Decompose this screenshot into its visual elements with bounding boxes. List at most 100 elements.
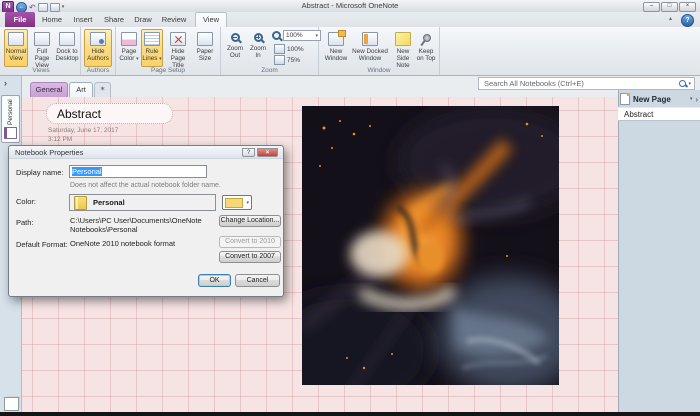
page-list-panel — [618, 90, 700, 412]
zoom-75-button[interactable]: 75% — [274, 55, 300, 65]
zoom-100-button[interactable]: 100% — [274, 44, 304, 54]
new-page-icon — [620, 93, 630, 105]
tab-share[interactable]: Share — [100, 12, 128, 27]
hide-page-title-button[interactable]: Hide Page Title — [164, 29, 192, 69]
page-color-button[interactable]: Page Color ▾ — [118, 29, 140, 67]
page-title-box[interactable]: Abstract — [46, 103, 173, 124]
group-label-zoom: Zoom — [261, 67, 278, 74]
tab-file[interactable]: File — [5, 12, 35, 27]
abstract-artwork[interactable] — [262, 106, 587, 411]
new-side-note-button[interactable]: New Side Note — [390, 29, 416, 69]
group-label-window: Window — [367, 67, 391, 74]
full-page-view-button[interactable]: Full Page View — [29, 29, 55, 69]
notebook-color-preview: Personal — [69, 194, 216, 211]
hide-page-title-icon — [170, 32, 186, 46]
back-icon[interactable]: ← — [16, 1, 27, 13]
collapse-panel-icon[interactable]: › — [695, 95, 698, 104]
new-page-header[interactable]: New Page ▾ › — [620, 92, 698, 106]
color-label: Color: — [16, 197, 37, 206]
tab-review[interactable]: Review — [158, 12, 190, 27]
new-docked-window-button[interactable]: New Docked Window — [351, 29, 389, 67]
zoom-in-button[interactable]: Zoom In — [247, 29, 269, 67]
new-page-dropdown-icon[interactable]: ▾ — [690, 96, 693, 102]
rule-lines-dropdown-icon: ▾ — [159, 56, 162, 62]
path-label: Path: — [16, 218, 34, 227]
tab-draw[interactable]: Draw — [130, 12, 156, 27]
expand-nav-icon[interactable]: › — [4, 78, 7, 88]
tab-home[interactable]: Home — [38, 12, 66, 27]
tab-insert[interactable]: Insert — [68, 12, 98, 27]
full-page-shortcut-icon[interactable] — [49, 2, 60, 12]
maximize-button[interactable]: □ — [661, 2, 678, 12]
zoom-combo-dropdown-icon: ▾ — [315, 32, 318, 39]
new-side-note-icon — [395, 32, 411, 46]
window-title: Abstract - Microsoft OneNote — [301, 1, 399, 10]
paper-size-button[interactable]: Paper Size — [193, 29, 217, 67]
display-name-input[interactable]: Personal — [69, 165, 207, 178]
dock-shortcut-icon[interactable] — [37, 2, 48, 12]
new-section-icon: ✶ — [99, 86, 106, 93]
rule-lines-button[interactable]: Rule Lines ▾ — [141, 29, 163, 67]
zoom-combo[interactable]: 100% ▾ — [272, 30, 321, 41]
normal-view-button[interactable]: Normal View — [4, 29, 28, 67]
search-dropdown-icon[interactable]: ▾ — [688, 81, 691, 87]
zoom-75-icon — [274, 55, 285, 65]
undo-icon[interactable]: ↶ — [29, 3, 36, 12]
page-date: Saturday, June 17, 2017 — [48, 127, 119, 134]
keep-on-top-button[interactable]: Keep on Top — [415, 29, 437, 67]
group-label-page-setup: Page Setup — [151, 67, 185, 74]
page-time: 3:12 PM — [48, 136, 73, 143]
cancel-button[interactable]: Cancel — [235, 274, 280, 287]
new-section-tab[interactable]: ✶ — [94, 82, 111, 97]
group-label-authors: Authors — [86, 67, 110, 74]
ok-button[interactable]: OK — [198, 274, 231, 287]
zoom-combo-magnifier-icon — [272, 31, 281, 40]
section-tab-general[interactable]: General — [30, 82, 68, 97]
section-tab-art[interactable]: Art — [69, 82, 93, 97]
convert-to-2007-button[interactable]: Convert to 2007 — [219, 251, 281, 263]
group-label-views: Views — [32, 67, 50, 74]
dialog-help-icon[interactable]: ? — [242, 148, 255, 157]
group-views: Normal View Full Page View Dock to Deskt… — [2, 27, 81, 75]
search-box[interactable]: ▾ — [478, 77, 695, 90]
group-page-setup: Page Color ▾ Rule Lines ▾ Hide Page Titl… — [116, 27, 221, 75]
bottom-edge — [0, 412, 700, 416]
hide-authors-button[interactable]: Hide Authors — [84, 29, 112, 67]
convert-to-2010-button: Convert to 2010 — [219, 236, 281, 248]
rule-lines-icon — [144, 32, 160, 46]
page-list-item[interactable]: Abstract — [618, 107, 700, 121]
paper-size-icon — [197, 32, 213, 46]
zoom-out-button[interactable]: Zoom Out — [224, 29, 246, 67]
new-window-button[interactable]: New Window — [322, 29, 350, 67]
default-format-label: Default Format: — [16, 240, 68, 249]
path-value-line1: C:\Users\PC User\Documents\OneNote — [70, 216, 202, 225]
help-icon[interactable]: ? — [681, 14, 694, 27]
collapse-ribbon-icon[interactable]: ▴ — [669, 15, 672, 22]
unfiled-notes-icon[interactable] — [4, 397, 19, 411]
page-color-icon — [121, 32, 137, 46]
group-zoom: Zoom Out Zoom In 100% ▾ 100% 75% Zoom — [221, 27, 321, 75]
notebook-tab-label: Personal — [7, 99, 14, 125]
change-location-button[interactable]: Change Location... — [219, 215, 281, 227]
search-input[interactable] — [482, 78, 680, 89]
color-dropdown[interactable]: ▾ — [222, 195, 252, 210]
minimize-button[interactable]: – — [643, 2, 660, 12]
keep-on-top-icon — [418, 32, 434, 46]
notebook-tab-personal[interactable]: Personal — [1, 95, 20, 143]
group-window: New Window New Docked Window New Side No… — [319, 27, 440, 75]
notebook-color-icon — [74, 195, 87, 210]
hide-authors-icon — [90, 32, 106, 46]
close-button[interactable]: × — [679, 2, 696, 12]
normal-view-icon — [8, 32, 24, 46]
new-docked-window-icon — [362, 32, 378, 46]
tab-view[interactable]: View — [195, 12, 227, 28]
qat-dropdown-icon[interactable]: ▾ — [62, 4, 65, 10]
ribbon: Normal View Full Page View Dock to Deskt… — [0, 27, 700, 76]
search-icon — [679, 80, 687, 87]
dialog-close-icon[interactable]: × — [257, 148, 278, 157]
dock-to-desktop-button[interactable]: Dock to Desktop — [55, 29, 79, 67]
zoom-out-icon — [230, 33, 240, 42]
default-format-value: OneNote 2010 notebook format — [70, 239, 176, 248]
path-value-line2: Notebooks\Personal — [70, 225, 138, 234]
notebook-properties-dialog: Notebook Properties ? × Display name: Pe… — [8, 145, 284, 297]
